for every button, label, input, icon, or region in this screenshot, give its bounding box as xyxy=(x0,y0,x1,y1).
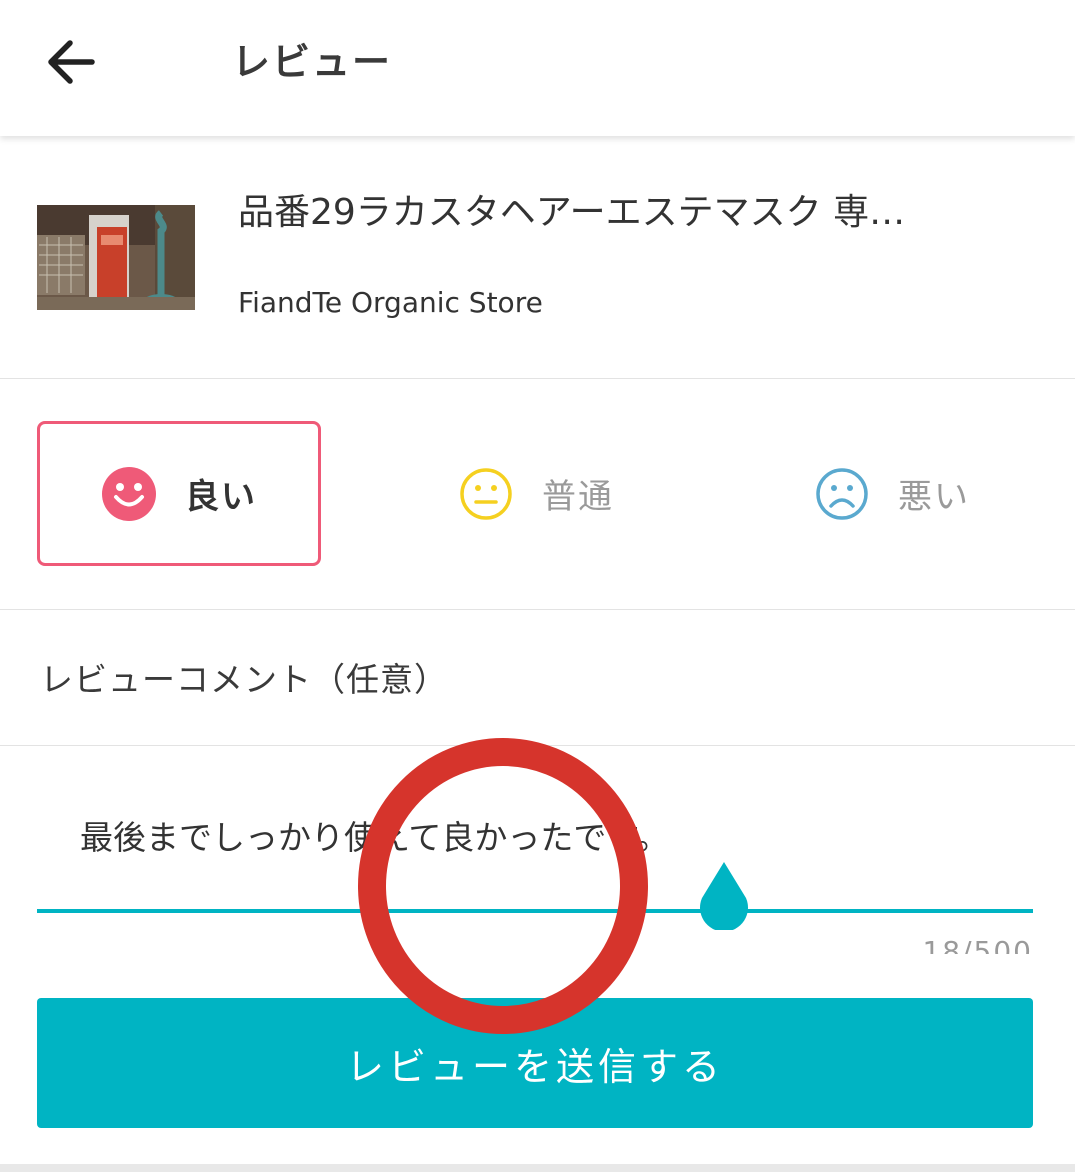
annotation-circle xyxy=(358,738,648,1034)
comment-input[interactable]: 最後までしっかり使えて良かったです。 xyxy=(80,812,669,864)
sad-face-icon xyxy=(816,467,868,520)
app-header: レビュー xyxy=(0,0,1075,136)
rating-good-button[interactable]: 良い xyxy=(37,421,321,566)
back-button[interactable] xyxy=(30,22,110,102)
comment-label: レビューコメント（任意） xyxy=(40,660,448,699)
divider xyxy=(0,745,1075,746)
product-thumbnail xyxy=(37,205,195,310)
product-name[interactable]: 品番29ラカスタヘアーエステマスク 専… xyxy=(238,188,1038,238)
rating-neutral-button[interactable]: 普通 xyxy=(394,421,678,566)
bottom-edge xyxy=(0,1164,1075,1172)
rating-neutral-label: 普通 xyxy=(542,477,614,517)
character-counter: 18/500 xyxy=(922,935,1033,954)
rating-bad-button[interactable]: 悪い xyxy=(750,421,1034,566)
submit-review-button[interactable]: レビューを送信する xyxy=(37,998,1033,1128)
rating-good-label: 良い xyxy=(185,477,257,517)
page-title: レビュー xyxy=(232,40,393,84)
submit-review-label: レビューを送信する xyxy=(345,1044,724,1089)
rating-selector: 良い 普通 悪い xyxy=(0,379,1075,610)
comment-input-underline xyxy=(37,909,1033,913)
rating-bad-label: 悪い xyxy=(898,477,970,517)
text-cursor-handle[interactable] xyxy=(694,860,754,932)
smile-face-icon xyxy=(102,466,156,521)
neutral-face-icon xyxy=(460,467,512,520)
product-summary: 品番29ラカスタヘアーエステマスク 専… FiandTe Organic Sto… xyxy=(0,136,1075,379)
shop-name[interactable]: FiandTe Organic Store xyxy=(238,283,543,323)
arrow-left-icon xyxy=(48,40,95,84)
cursor-handle-icon xyxy=(700,862,748,932)
